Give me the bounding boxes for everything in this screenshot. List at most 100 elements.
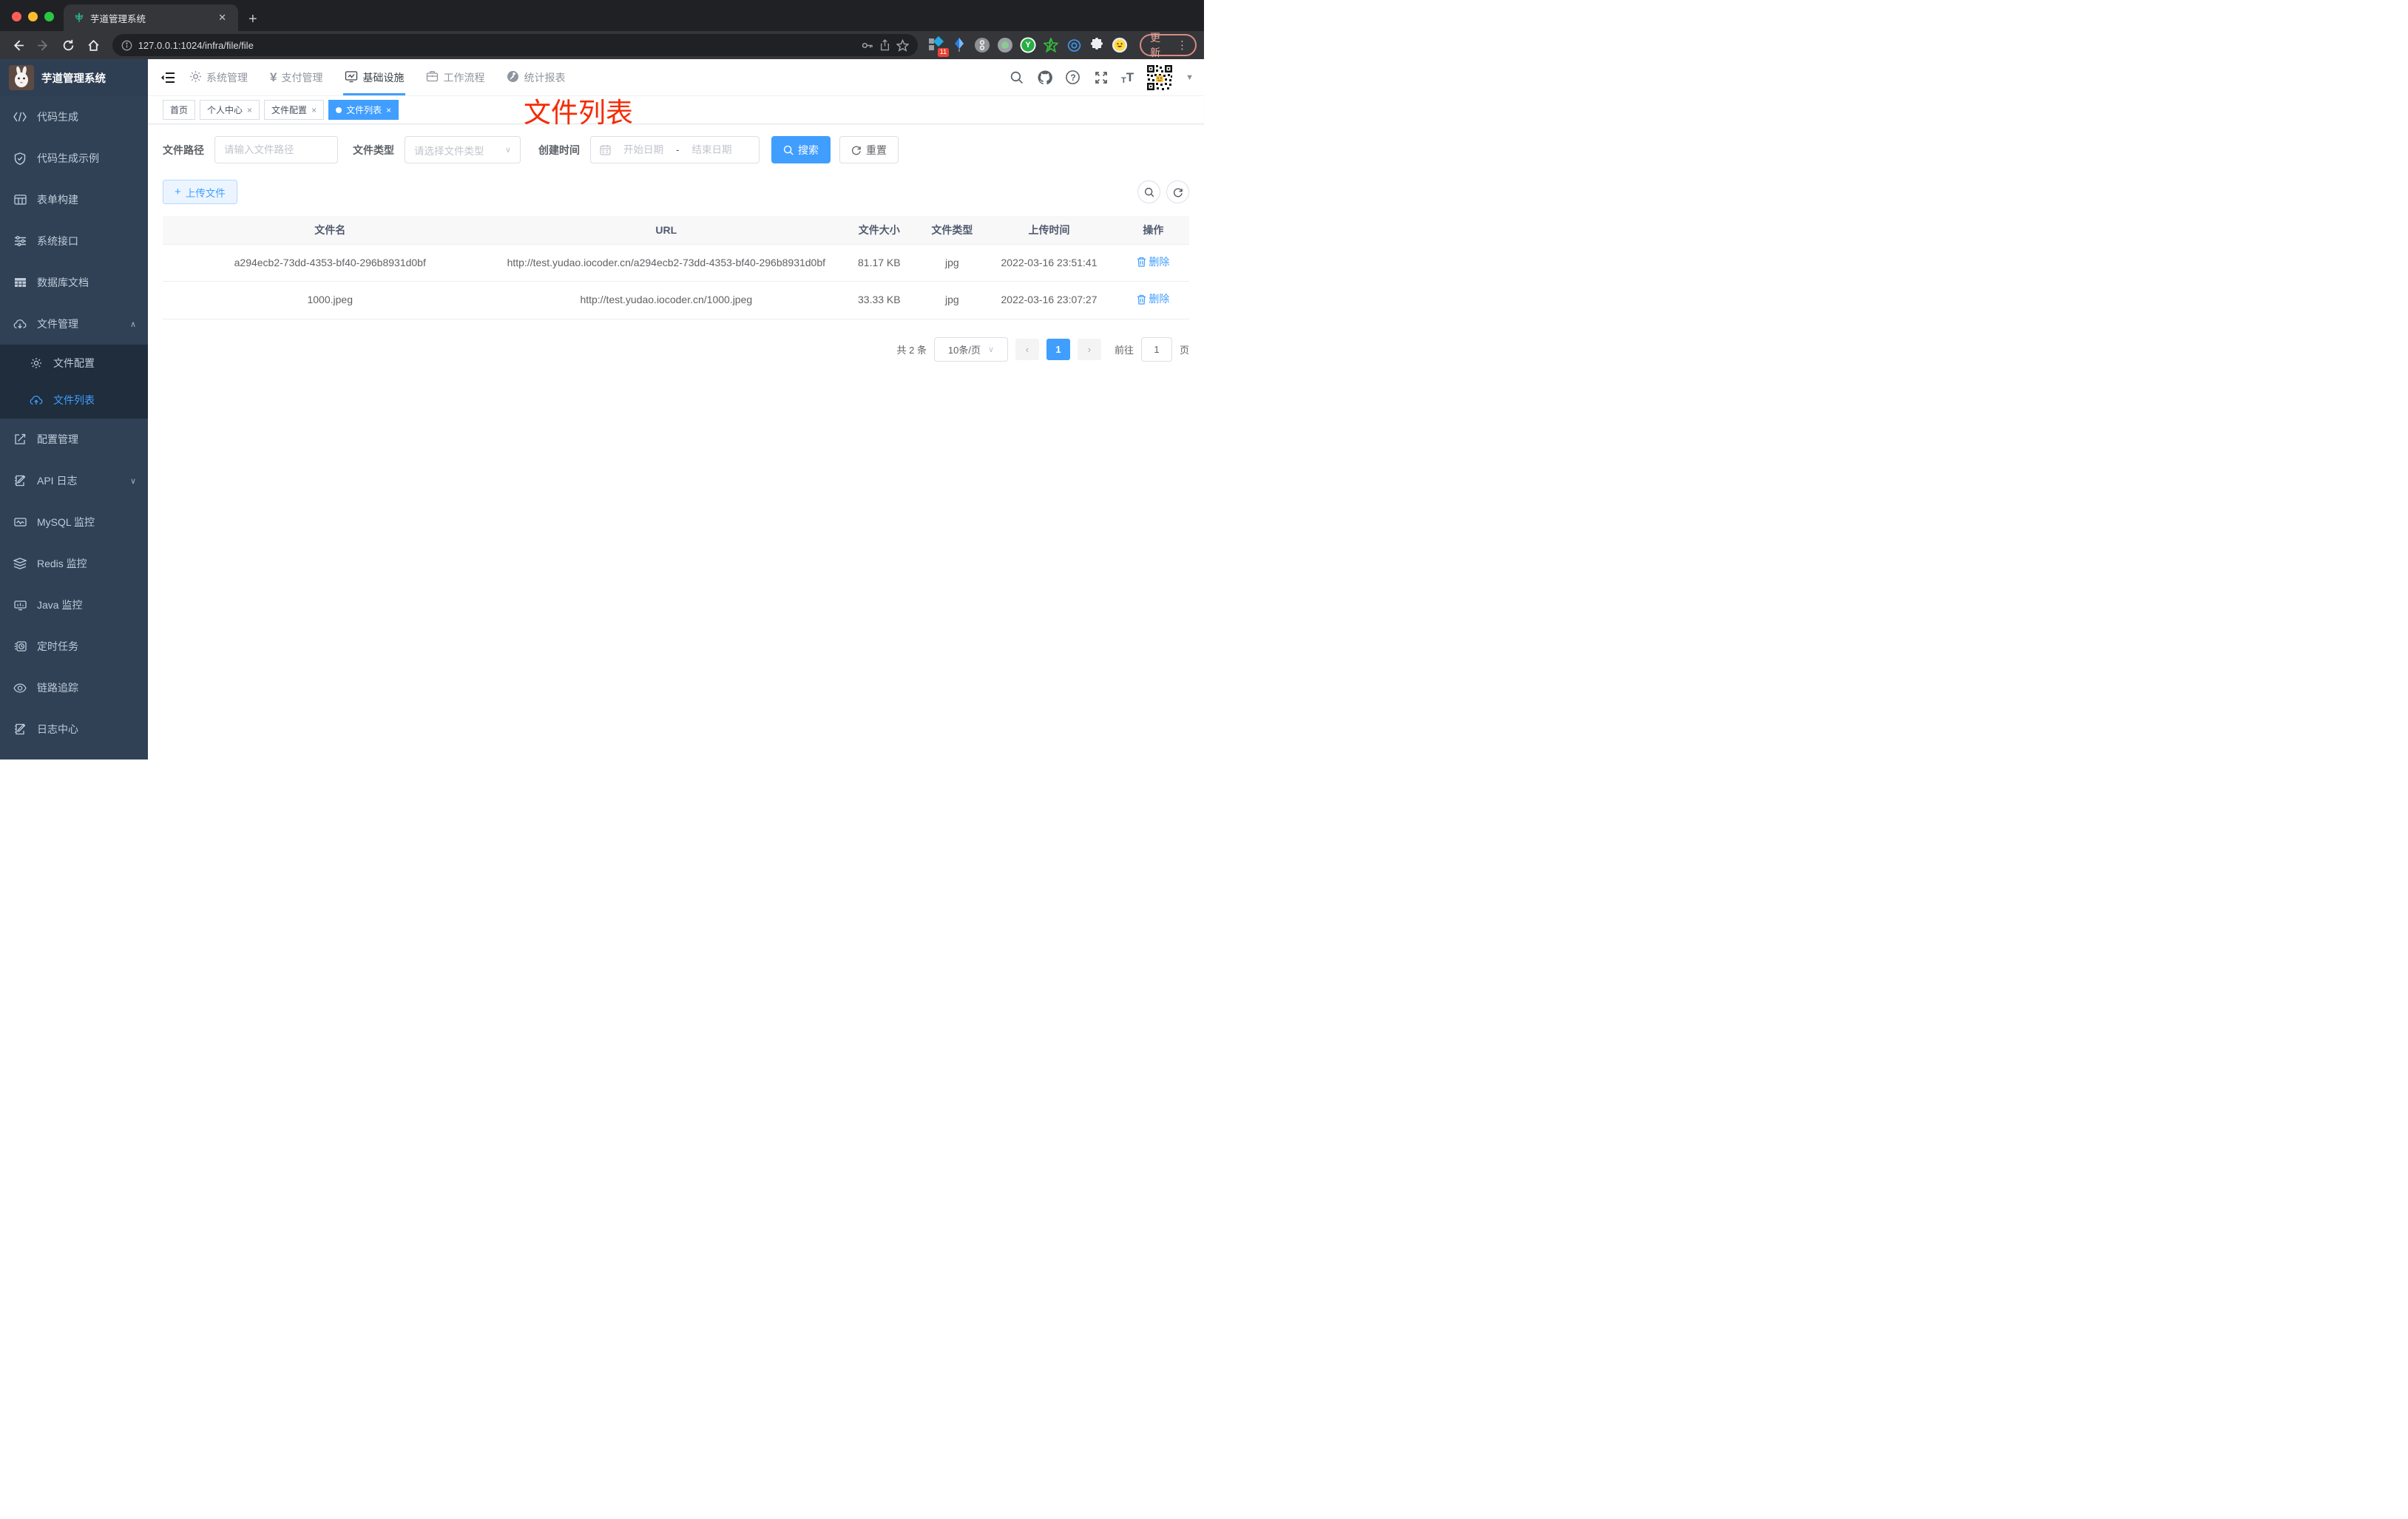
sliders-icon xyxy=(13,235,27,247)
sidebar-item-config-manage[interactable]: 配置管理 xyxy=(0,419,148,460)
menu-item-infra[interactable]: 基础设施 xyxy=(343,59,406,95)
menu-item-report[interactable]: 统计报表 xyxy=(507,59,565,95)
yen-icon: ¥ xyxy=(270,70,277,84)
chevron-down-icon: ∨ xyxy=(129,476,136,486)
sidebar-item-code-gen-example[interactable]: 代码生成示例 xyxy=(0,138,148,179)
close-icon[interactable]: × xyxy=(247,105,252,115)
file-type-label: 文件类型 xyxy=(353,143,394,156)
browser-menu-icon[interactable]: ⋮ xyxy=(1177,38,1188,52)
menu-item-label: 工作流程 xyxy=(443,71,485,84)
sidebar-item-file-list[interactable]: 文件列表 xyxy=(0,382,148,419)
refresh-table-button[interactable] xyxy=(1166,180,1189,203)
tag-home[interactable]: 首页 xyxy=(163,100,196,120)
table-outline-icon xyxy=(13,194,27,205)
collapse-sidebar-icon[interactable] xyxy=(158,68,177,87)
file-type-select[interactable]: 请选择文件类型 ∨ xyxy=(405,136,521,163)
sidebar-item-log-center[interactable]: 日志中心 xyxy=(0,708,148,750)
sidebar-item-tracing[interactable]: 链路追踪 xyxy=(0,667,148,708)
reset-button[interactable]: 重置 xyxy=(839,136,899,163)
menu-item-label: 系统管理 xyxy=(206,71,248,84)
update-button[interactable]: 更新 ⋮ xyxy=(1140,32,1197,58)
app-logo[interactable]: 芋道管理系统 xyxy=(0,59,148,96)
forward-icon[interactable] xyxy=(33,34,55,56)
fullscreen-icon[interactable] xyxy=(1093,70,1109,86)
close-icon[interactable]: × xyxy=(311,105,317,115)
caret-down-icon[interactable]: ▼ xyxy=(1186,73,1194,82)
table-toolbar: + 上传文件 xyxy=(163,180,1189,204)
prev-page-button[interactable]: ‹ xyxy=(1015,338,1039,360)
sidebar-item-mysql-monitor[interactable]: MySQL 监控 xyxy=(0,501,148,543)
reload-icon[interactable] xyxy=(58,34,80,56)
cell-time: 2022-03-16 23:51:41 xyxy=(981,244,1117,282)
star-extension-icon[interactable] xyxy=(1043,37,1059,53)
search-button[interactable]: 搜索 xyxy=(771,136,831,163)
tampermonkey-extension-icon[interactable]: 11 xyxy=(928,35,950,57)
monitor-chart-icon xyxy=(13,517,27,528)
tag-profile[interactable]: 个人中心 × xyxy=(200,100,260,120)
file-path-input[interactable] xyxy=(224,144,328,155)
date-range-picker[interactable]: - xyxy=(590,136,760,163)
sidebar-item-api-log[interactable]: API 日志 ∨ xyxy=(0,460,148,501)
upload-button[interactable]: + 上传文件 xyxy=(163,180,237,204)
menu-item-system[interactable]: 系统管理 xyxy=(189,59,248,95)
file-path-input-wrap xyxy=(214,136,338,163)
tag-file-config[interactable]: 文件配置 × xyxy=(264,100,325,120)
password-key-icon[interactable] xyxy=(861,39,873,52)
github-icon[interactable] xyxy=(1037,70,1053,86)
sidebar-item-form-builder[interactable]: 表单构建 xyxy=(0,179,148,220)
help-icon[interactable]: ? xyxy=(1065,70,1081,86)
date-start-input[interactable] xyxy=(617,144,670,155)
browser-tab[interactable]: 芋道管理系统 ✕ xyxy=(64,4,238,31)
sidebar-item-label: Redis 监控 xyxy=(37,558,87,569)
delete-button[interactable]: 删除 xyxy=(1137,254,1169,271)
sidebar-item-redis-monitor[interactable]: Redis 监控 xyxy=(0,543,148,584)
clover-extension-icon[interactable] xyxy=(974,37,990,53)
traffic-lights xyxy=(12,12,54,21)
emoji-profile-icon[interactable] xyxy=(1112,37,1128,53)
menu-item-workflow[interactable]: 工作流程 xyxy=(426,59,484,95)
address-bar[interactable]: 127.0.0.1:1024/infra/file/file xyxy=(112,34,919,56)
date-end-input[interactable] xyxy=(685,144,739,155)
new-tab-button[interactable]: + xyxy=(248,12,257,27)
kite-extension-icon[interactable] xyxy=(951,37,967,53)
sidebar-item-code-gen[interactable]: 代码生成 xyxy=(0,96,148,138)
url-text[interactable]: 127.0.0.1:1024/infra/file/file xyxy=(138,40,855,51)
search-icon[interactable] xyxy=(1009,70,1025,86)
sidebar-item-java-monitor[interactable]: Java 监控 xyxy=(0,584,148,626)
share-icon[interactable] xyxy=(879,39,890,51)
sidebar-item-file-config[interactable]: 文件配置 xyxy=(0,345,148,382)
eye-extension-icon[interactable] xyxy=(1066,37,1082,53)
sidebar-item-file-manage[interactable]: 文件管理 ∧ xyxy=(0,303,148,345)
yudao-extension-icon[interactable]: Y xyxy=(1020,37,1036,53)
sidebar-item-scheduled-jobs[interactable]: 定时任务 xyxy=(0,626,148,667)
sidebar-item-db-doc[interactable]: 数据库文档 xyxy=(0,262,148,303)
close-window-button[interactable] xyxy=(12,12,21,21)
delete-button[interactable]: 删除 xyxy=(1137,291,1169,308)
minimize-window-button[interactable] xyxy=(28,12,38,21)
favicon-plant-icon xyxy=(74,13,84,23)
grey-circle-extension-icon[interactable] xyxy=(997,37,1013,53)
font-size-icon[interactable]: TT xyxy=(1121,70,1134,85)
tag-label: 文件列表 xyxy=(346,105,382,115)
sidebar-item-label: 表单构建 xyxy=(37,194,78,206)
goto-page-input[interactable] xyxy=(1140,336,1172,362)
zoom-window-button[interactable] xyxy=(44,12,54,21)
chevron-up-icon: ∧ xyxy=(129,319,136,329)
site-info-icon[interactable] xyxy=(121,40,132,51)
tag-file-list[interactable]: 文件列表 × xyxy=(328,100,399,120)
show-search-button[interactable] xyxy=(1137,180,1160,203)
sidebar-item-system-api[interactable]: 系统接口 xyxy=(0,220,148,262)
page-number-button[interactable]: 1 xyxy=(1046,338,1070,360)
top-navbar: 系统管理 ¥ 支付管理 基础设施 工作流程 统计报表 ? T T ▼ xyxy=(148,59,1204,96)
bookmark-star-icon[interactable] xyxy=(896,38,910,52)
next-page-button[interactable]: › xyxy=(1077,338,1101,360)
avatar-qr[interactable] xyxy=(1146,63,1174,92)
close-icon[interactable]: × xyxy=(386,105,391,115)
menu-item-payment[interactable]: ¥ 支付管理 xyxy=(270,59,322,95)
home-icon[interactable] xyxy=(83,34,105,56)
tab-title: 芋道管理系统 xyxy=(90,13,146,24)
puzzle-extensions-icon[interactable] xyxy=(1089,37,1105,53)
tab-close-icon[interactable]: ✕ xyxy=(214,10,231,25)
back-icon[interactable] xyxy=(7,34,30,56)
page-size-select[interactable]: 10条/页 ∨ xyxy=(933,336,1008,362)
